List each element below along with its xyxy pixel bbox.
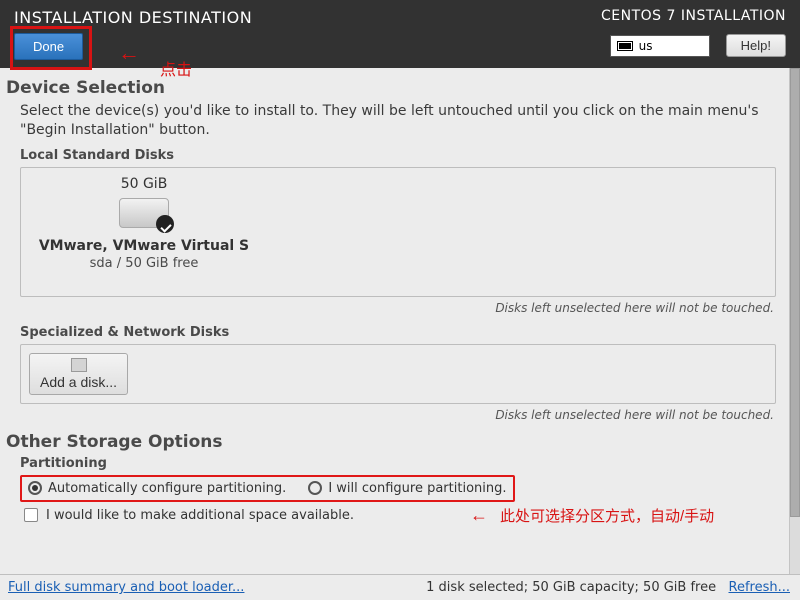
local-disks-hint: Disks left unselected here will not be t… — [6, 301, 774, 315]
network-disks-heading: Specialized & Network Disks — [20, 325, 786, 340]
harddrive-icon — [119, 198, 169, 228]
network-disks-panel: Add a disk... — [20, 344, 776, 404]
network-disks-hint: Disks left unselected here will not be t… — [6, 408, 774, 422]
local-disks-panel: 50 GiB VMware, VMware Virtual S sda / 50… — [20, 167, 776, 297]
keyboard-icon — [617, 41, 633, 51]
partitioning-heading: Partitioning — [20, 456, 786, 471]
checkbox-additional-space[interactable]: I would like to make additional space av… — [24, 508, 786, 523]
radio-auto-partitioning[interactable]: Automatically configure partitioning. — [28, 481, 286, 496]
scrollbar[interactable] — [789, 68, 800, 578]
disk-name: VMware, VMware Virtual S — [29, 238, 259, 254]
add-disk-icon — [71, 358, 87, 372]
help-button[interactable]: Help! — [726, 34, 786, 57]
header-bar: INSTALLATION DESTINATION Done CENTOS 7 I… — [0, 0, 800, 68]
refresh-link[interactable]: Refresh... — [729, 580, 791, 595]
footer-right: 1 disk selected; 50 GiB capacity; 50 GiB… — [426, 580, 790, 595]
keyboard-layout-selector[interactable]: us — [610, 35, 710, 57]
disk-item[interactable]: 50 GiB VMware, VMware Virtual S sda / 50… — [29, 176, 259, 271]
local-disks-heading: Local Standard Disks — [20, 148, 786, 163]
done-button[interactable]: Done — [14, 33, 83, 60]
other-storage-heading: Other Storage Options — [6, 432, 786, 452]
keyboard-label: us — [639, 39, 653, 53]
device-selection-heading: Device Selection — [6, 78, 786, 98]
product-title: CENTOS 7 INSTALLATION — [601, 8, 786, 24]
checkbox-label: I would like to make additional space av… — [46, 508, 354, 523]
disk-status: 1 disk selected; 50 GiB capacity; 50 GiB… — [426, 580, 716, 595]
footer: Full disk summary and boot loader... 1 d… — [0, 574, 800, 600]
radio-manual-label: I will configure partitioning. — [328, 481, 506, 496]
radio-manual-partitioning[interactable]: I will configure partitioning. — [308, 481, 506, 496]
full-disk-summary-link[interactable]: Full disk summary and boot loader... — [8, 580, 244, 595]
checkbox-icon — [24, 508, 38, 522]
page-title: INSTALLATION DESTINATION — [14, 8, 252, 27]
partitioning-options: Automatically configure partitioning. I … — [20, 475, 515, 502]
add-disk-label: Add a disk... — [40, 374, 117, 390]
disk-subinfo: sda / 50 GiB free — [29, 256, 259, 271]
scroll-thumb[interactable] — [790, 68, 800, 517]
content-area: Device Selection Select the device(s) yo… — [0, 68, 800, 578]
radio-icon — [308, 481, 322, 495]
disk-size: 50 GiB — [29, 176, 259, 192]
radio-auto-label: Automatically configure partitioning. — [48, 481, 286, 496]
device-selection-desc: Select the device(s) you'd like to insta… — [20, 102, 778, 140]
add-disk-button[interactable]: Add a disk... — [29, 353, 128, 395]
radio-icon — [28, 481, 42, 495]
